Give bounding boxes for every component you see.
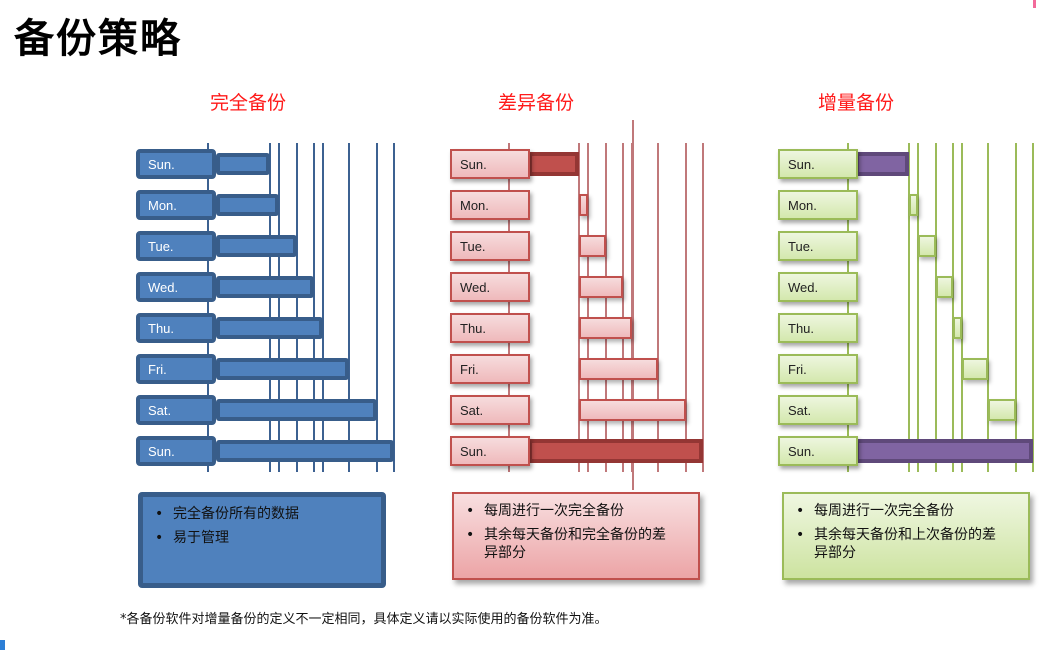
page-title: 备份策略 — [14, 16, 182, 62]
day-label: Mon. — [778, 190, 858, 220]
day-label: Tue. — [778, 231, 858, 261]
partial-backup-bar — [988, 399, 1016, 421]
day-label: Sun. — [778, 436, 858, 466]
note-item: 每周进行一次完全备份 — [794, 502, 1018, 520]
incremental-backup-notes: 每周进行一次完全备份 其余每天备份和上次备份的差异部分 — [782, 492, 1030, 580]
gridline — [960, 143, 963, 472]
note-item: 易于管理 — [153, 529, 371, 547]
slide-corner-mark — [0, 640, 5, 650]
partial-backup-bar — [909, 194, 919, 216]
day-label: Sun. — [778, 149, 858, 179]
day-label: Sat. — [778, 395, 858, 425]
gridline — [951, 143, 954, 472]
gridline — [1032, 143, 1034, 472]
partial-backup-bar — [918, 235, 937, 257]
partial-backup-bar — [961, 358, 989, 380]
note-item: 每周进行一次完全备份 — [464, 502, 688, 520]
partial-backup-bar — [936, 276, 953, 298]
gridline — [935, 143, 938, 472]
day-label: Thu. — [778, 313, 858, 343]
note-item: 完全备份所有的数据 — [153, 505, 371, 523]
note-item: 其余每天备份和完全备份的差异部分 — [464, 526, 674, 562]
gridline — [1014, 143, 1017, 472]
corner-mark — [1033, 0, 1036, 8]
day-label: Wed. — [778, 272, 858, 302]
partial-backup-bar — [952, 317, 962, 339]
full-backup-notes: 完全备份所有的数据 易于管理 — [138, 492, 386, 588]
footnote: *各备份软件对增量备份的定义不一定相同，具体定义请以实际使用的备份软件为准。 — [120, 612, 608, 627]
gridline — [908, 143, 910, 472]
note-item: 其余每天备份和上次备份的差异部分 — [794, 526, 1004, 562]
gridline — [987, 143, 990, 472]
differential-backup-notes: 每周进行一次完全备份 其余每天备份和完全备份的差异部分 — [452, 492, 700, 580]
gridline — [917, 143, 920, 472]
full-backup-bar — [855, 439, 1033, 463]
full-backup-bar — [855, 152, 909, 176]
day-label: Fri. — [778, 354, 858, 384]
incremental-backup-chart: Sun. Mon. Tue. Wed. Thu. Fri. Sat. Sun. — [0, 110, 1039, 482]
